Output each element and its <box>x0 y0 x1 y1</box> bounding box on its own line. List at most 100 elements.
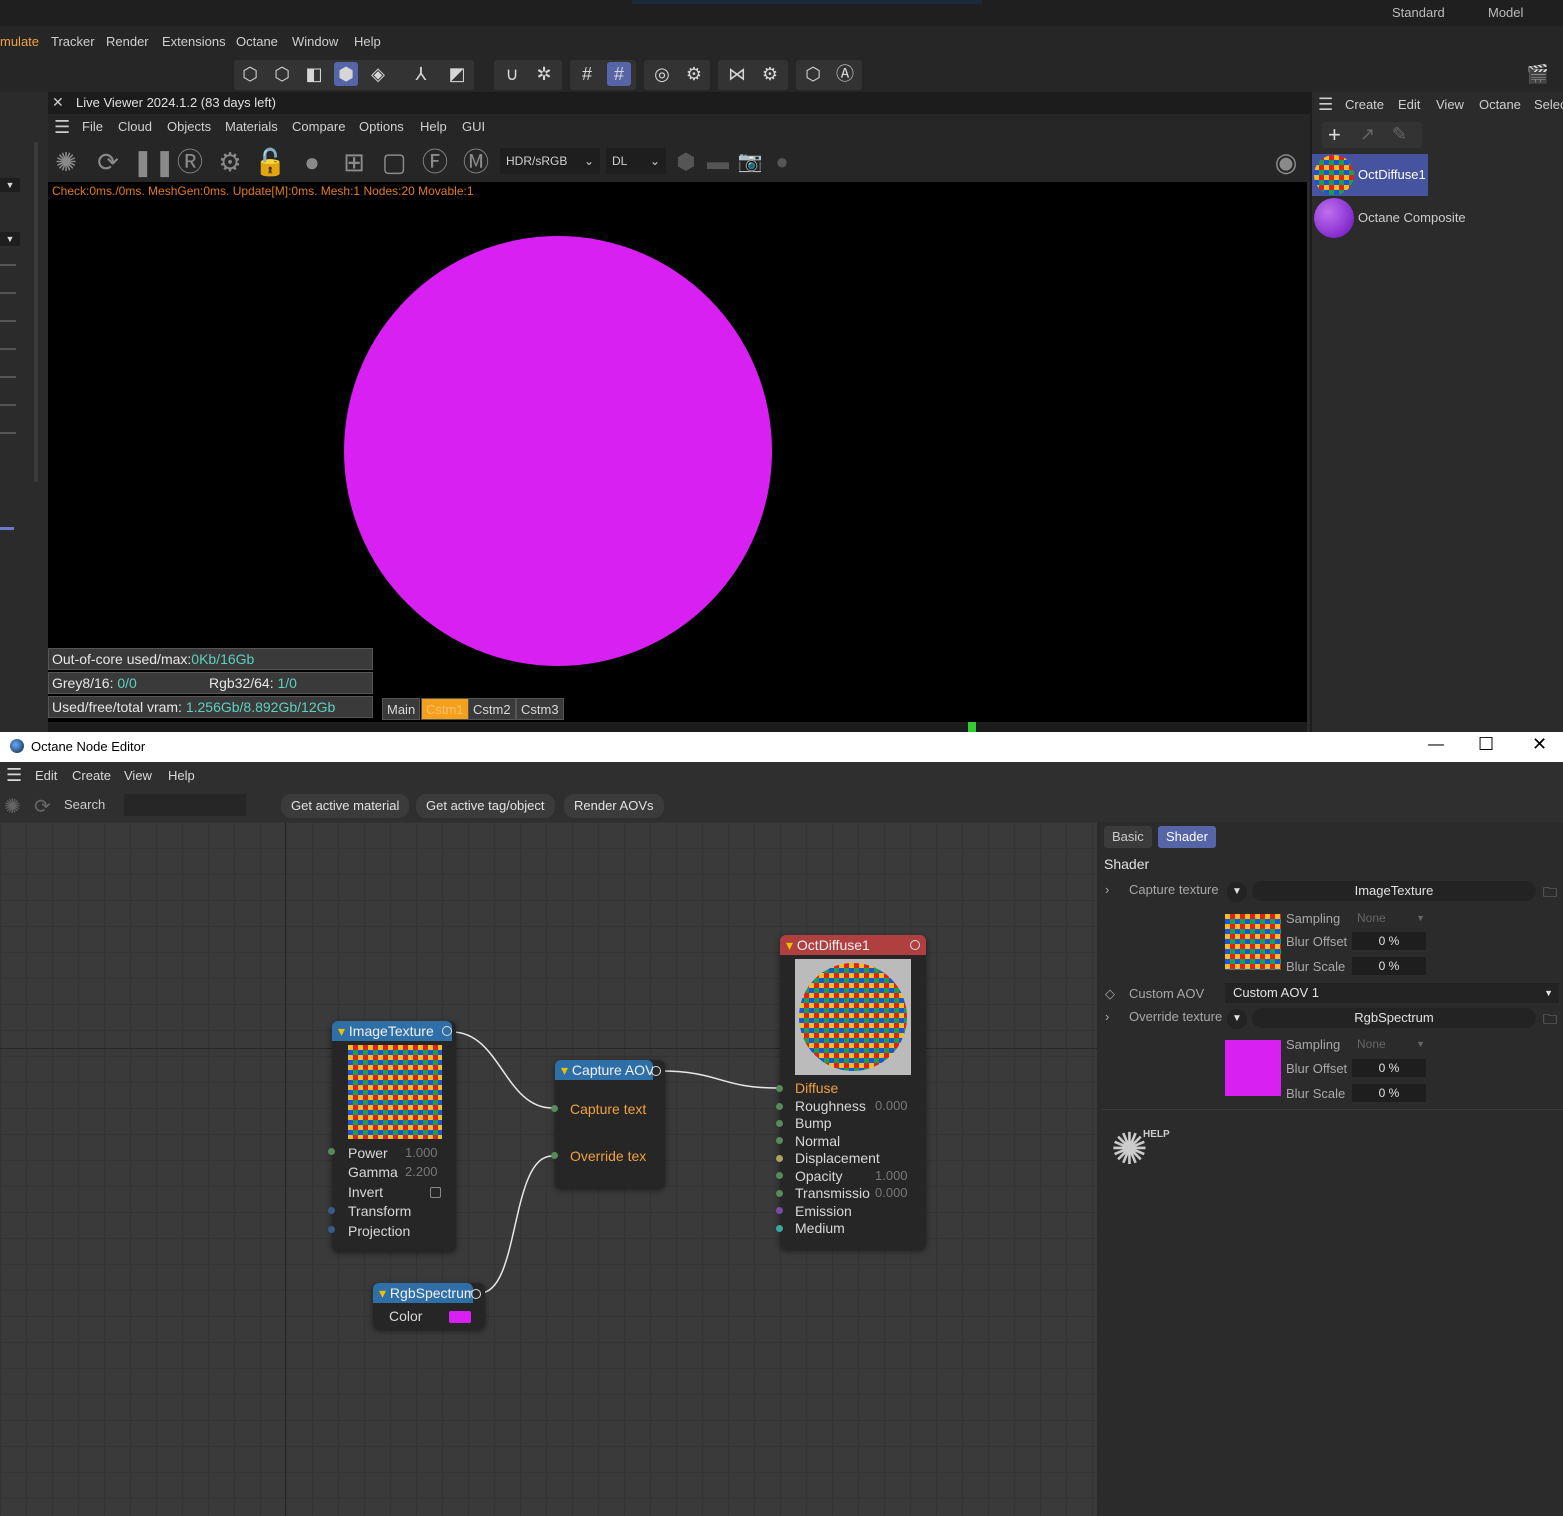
render-region-icon[interactable]: ◎ <box>650 62 674 86</box>
input-port[interactable] <box>551 1105 558 1112</box>
input-port[interactable] <box>776 1207 783 1214</box>
left-dropdown-2[interactable]: ▼ <box>0 232 20 246</box>
left-dropdown-1[interactable]: ▼ <box>0 178 20 192</box>
ne-menu-help[interactable]: Help <box>168 768 195 783</box>
menu-window[interactable]: Window <box>292 34 338 49</box>
capture-aov-node[interactable]: ▾ Capture AOV Capture text Override tex <box>551 1060 665 1188</box>
lv-menu-materials[interactable]: Materials <box>225 119 278 134</box>
menu-extensions[interactable]: Extensions <box>162 34 226 49</box>
node-graph-canvas[interactable]: ▾ ImageTexture Power 1.000 Gamma 2.200 I… <box>0 822 1097 1516</box>
output-port[interactable] <box>442 1026 452 1036</box>
magnet-icon[interactable]: ∪ <box>500 62 524 86</box>
override-texture-menu[interactable]: ▼ <box>1227 1009 1247 1029</box>
menu-simulate[interactable]: mulate <box>0 34 39 49</box>
render-settings-icon[interactable]: ⚙ <box>682 62 706 86</box>
lv-menu-compare[interactable]: Compare <box>292 119 345 134</box>
pin-opacity-value[interactable]: 1.000 <box>875 1168 908 1183</box>
folder-icon[interactable]: 🗀 <box>1543 882 1557 906</box>
tab-main[interactable]: Main <box>382 698 421 720</box>
input-port[interactable] <box>776 1172 783 1179</box>
collapse-triangle-icon[interactable]: ▾ <box>379 1285 390 1301</box>
capture-texture-field[interactable]: ImageTexture <box>1252 881 1536 901</box>
tab-cstm3[interactable]: Cstm3 <box>516 698 564 720</box>
capture-aov-header[interactable]: ▾ Capture AOV <box>555 1060 653 1080</box>
invert-checkbox[interactable] <box>430 1187 441 1198</box>
input-port[interactable] <box>776 1190 783 1197</box>
tab-basic[interactable]: Basic <box>1104 826 1152 848</box>
color-swatch[interactable] <box>449 1311 471 1323</box>
lv-menu-file[interactable]: File <box>82 119 103 134</box>
add-region-icon[interactable]: ⊞ <box>338 146 370 178</box>
symmetry-settings-icon[interactable]: ⚙ <box>758 62 782 86</box>
expand-chevron-icon[interactable]: › <box>1105 1009 1109 1024</box>
pause-icon[interactable]: ❚❚ <box>132 146 176 178</box>
auto-icon[interactable]: Ⓐ <box>833 62 857 86</box>
sampling-dropdown[interactable]: None ▼ <box>1351 1035 1429 1053</box>
film-region-icon[interactable]: ▢ <box>378 146 410 178</box>
snap-settings-icon[interactable]: ✲ <box>532 62 556 86</box>
input-port[interactable] <box>776 1225 783 1232</box>
polygons-mode-icon[interactable]: ◧ <box>302 62 326 86</box>
layout-model[interactable]: Model <box>1488 5 1523 20</box>
get-active-tag-button[interactable]: Get active tag/object <box>416 794 555 818</box>
output-port[interactable] <box>910 940 920 950</box>
clapper-icon[interactable]: 🎬 <box>1526 62 1550 86</box>
solo-icon[interactable]: ◩ <box>445 62 469 86</box>
rgb-spectrum-header[interactable]: ▾ RgbSpectrum <box>373 1283 473 1303</box>
output-port[interactable] <box>651 1066 661 1076</box>
close-icon[interactable]: ✕ <box>1532 734 1547 755</box>
hamburger-icon[interactable]: ☰ <box>54 117 70 138</box>
lock-workplane-icon[interactable]: ⬡ <box>801 62 825 86</box>
symmetry-icon[interactable]: ⋈ <box>725 62 749 86</box>
restart-render-icon[interactable]: ⟳ <box>92 146 124 178</box>
lv-menu-help[interactable]: Help <box>420 119 447 134</box>
folder-icon[interactable]: 🗀 <box>1543 1009 1557 1033</box>
mat-menu-select[interactable]: Selec <box>1534 97 1563 112</box>
rgb-spectrum-node[interactable]: ▾ RgbSpectrum Color <box>373 1283 485 1329</box>
lv-menu-objects[interactable]: Objects <box>167 119 211 134</box>
input-port[interactable] <box>328 1207 335 1214</box>
input-port[interactable] <box>776 1085 783 1092</box>
search-input[interactable] <box>124 794 246 816</box>
maximize-icon[interactable]: ☐ <box>1478 734 1494 755</box>
refresh-icon[interactable]: ⟳ <box>34 794 51 819</box>
edges-mode-icon[interactable]: ⬡ <box>270 62 294 86</box>
close-icon[interactable]: ✕ <box>52 94 64 111</box>
record-icon[interactable]: ◉ <box>1270 146 1302 178</box>
menu-octane[interactable]: Octane <box>236 34 278 49</box>
arrow-icon[interactable]: ↗ <box>1360 124 1375 145</box>
render-aovs-button[interactable]: Render AOVs <box>564 794 664 818</box>
collapse-triangle-icon[interactable]: ▾ <box>561 1062 572 1078</box>
blur-offset-field[interactable]: 0 % <box>1352 1059 1426 1077</box>
lv-menu-cloud[interactable]: Cloud <box>118 119 152 134</box>
layout-standard[interactable]: Standard <box>1392 5 1445 20</box>
mat-menu-octane[interactable]: Octane <box>1479 97 1521 112</box>
help-label[interactable]: HELP <box>1143 1129 1170 1140</box>
pin-gamma-value[interactable]: 2.200 <box>405 1164 438 1179</box>
rectangle-icon[interactable]: ▬ <box>702 146 734 178</box>
override-texture-field[interactable]: RgbSpectrum <box>1252 1008 1536 1028</box>
axis-icon[interactable]: ⅄ <box>409 62 433 86</box>
oct-diffuse-header[interactable]: ▾ OctDiffuse1 <box>780 935 926 955</box>
pencil-icon[interactable]: ✎ <box>1392 124 1407 145</box>
diamond-icon[interactable]: ◇ <box>1105 986 1115 1002</box>
pin-transmission-value[interactable]: 0.000 <box>875 1185 908 1200</box>
collapse-triangle-icon[interactable]: ▾ <box>786 937 797 953</box>
mat-menu-edit[interactable]: Edit <box>1398 97 1420 112</box>
points-mode-icon[interactable]: ⬡ <box>238 62 262 86</box>
lv-menu-options[interactable]: Options <box>359 119 404 134</box>
mat-menu-view[interactable]: View <box>1436 97 1464 112</box>
minimize-icon[interactable]: — <box>1428 736 1444 754</box>
grid-icon[interactable]: # <box>575 62 599 86</box>
plus-icon[interactable]: + <box>1328 122 1341 148</box>
ne-menu-edit[interactable]: Edit <box>35 768 57 783</box>
tab-shader[interactable]: Shader <box>1158 826 1216 848</box>
ne-menu-view[interactable]: View <box>124 768 152 783</box>
tab-cstm2[interactable]: Cstm2 <box>468 698 516 720</box>
settings-gear-icon[interactable]: ⚙ <box>214 146 246 178</box>
oct-diffuse-node[interactable]: ▾ OctDiffuse1 Diffuse Roughness 0.000 Bu… <box>776 935 926 1249</box>
kernel-dropdown[interactable]: DL ⌄ <box>606 148 666 174</box>
output-port[interactable] <box>471 1289 481 1299</box>
workplane-icon[interactable]: # <box>607 62 631 86</box>
pin-power-value[interactable]: 1.000 <box>405 1145 438 1160</box>
